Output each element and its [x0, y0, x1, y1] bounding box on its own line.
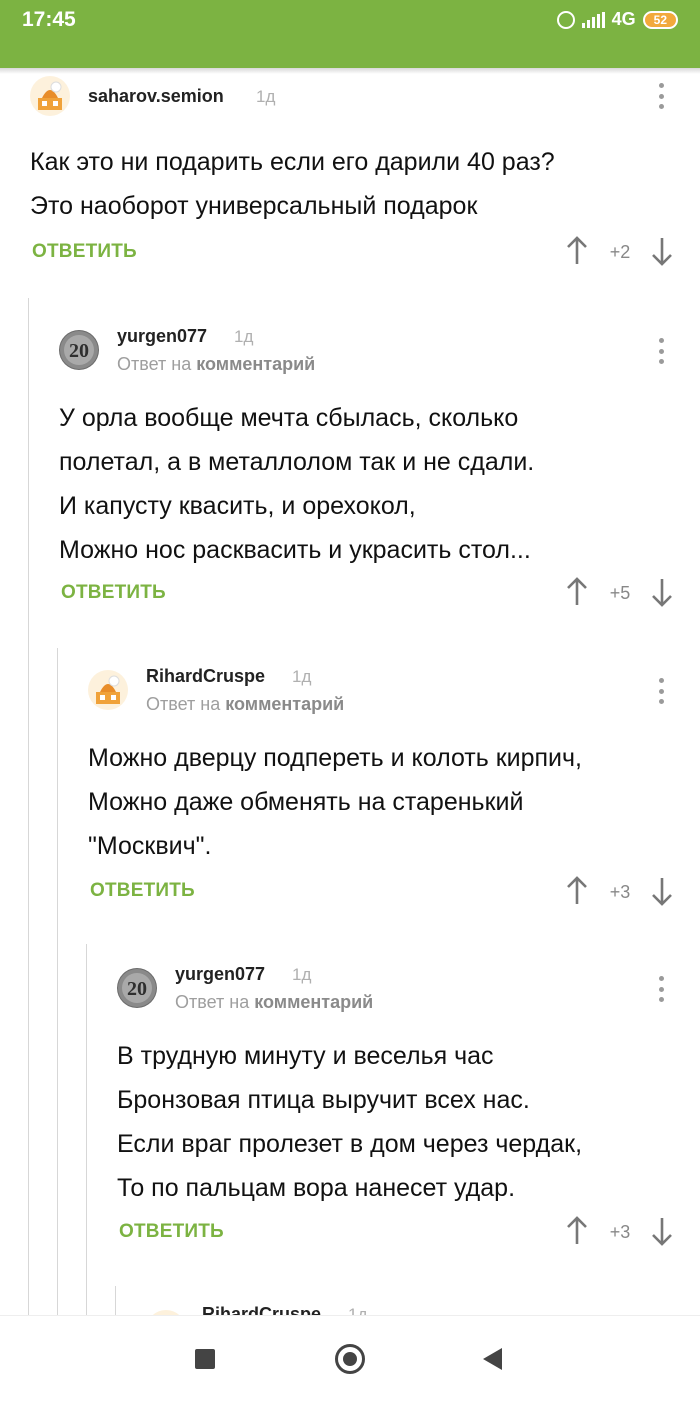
arrow-up-icon[interactable]: [566, 876, 588, 906]
thread-line: [86, 944, 87, 1315]
kebab-menu-icon[interactable]: [659, 678, 665, 704]
comment-text: В трудную минуту и веселья час Бронзовая…: [117, 1042, 583, 1202]
arrow-down-icon[interactable]: [651, 236, 673, 266]
thread-line: [57, 648, 58, 1315]
reply-to-link[interactable]: комментарий: [254, 992, 373, 1012]
comment-time: 1д: [256, 87, 276, 106]
status-bar: 17:45 4G 52: [0, 0, 700, 68]
comment: 20 yurgen077 1д Ответ на комментарий В т…: [117, 956, 680, 1256]
comment-text: Можно дверцу подпереть и колоть кирпич, …: [88, 744, 582, 860]
arrow-up-icon[interactable]: [566, 236, 588, 266]
comment-text: Как это ни подарить если его дарили 40 р…: [30, 148, 555, 220]
comment-author[interactable]: RihardCruspe: [146, 666, 265, 687]
cook-avatar[interactable]: [30, 76, 70, 116]
comment: saharov.semion 1д Как это ни подарить ес…: [30, 68, 680, 288]
vote-score: +5: [609, 583, 631, 603]
triangle-back-icon[interactable]: [483, 1348, 502, 1370]
comment: RihardCruspe 1д Ответ на комментарий Мож…: [88, 658, 680, 918]
status-icons: 4G 52: [556, 9, 678, 30]
thread-line: [28, 298, 29, 1315]
arrow-up-icon[interactable]: [566, 577, 588, 607]
kebab-menu-icon[interactable]: [659, 338, 665, 364]
comment-author[interactable]: yurgen077: [117, 326, 207, 347]
thread-line: [115, 1286, 116, 1315]
comment-time: 1д: [292, 965, 312, 984]
reply-button[interactable]: ОТВЕТИТЬ: [119, 1221, 224, 1243]
signal-icon: [581, 11, 605, 28]
system-nav-bar: [0, 1315, 700, 1401]
network-type: 4G: [611, 9, 636, 29]
square-icon[interactable]: [195, 1349, 215, 1369]
circle-icon[interactable]: [335, 1344, 365, 1374]
comment: RihardCruspe 1д: [146, 1300, 680, 1315]
svg-text:20: 20: [127, 978, 147, 1000]
kebab-menu-icon[interactable]: [659, 83, 665, 109]
vote-score: +3: [609, 882, 631, 902]
comment-time: 1д: [234, 327, 254, 346]
coin-avatar[interactable]: 20: [59, 330, 99, 370]
battery-icon: 52: [642, 10, 678, 29]
comment-author[interactable]: saharov.semion: [88, 86, 224, 107]
comment: 20 yurgen077 1д Ответ на комментарий У о…: [59, 318, 680, 618]
comment-author[interactable]: RihardCruspe: [202, 1304, 321, 1315]
cook-avatar[interactable]: [88, 670, 128, 710]
status-time: 17:45: [22, 8, 76, 31]
arrow-down-icon[interactable]: [651, 1216, 673, 1246]
kebab-menu-icon[interactable]: [659, 976, 665, 1002]
reply-to-label: Ответ на комментарий: [146, 694, 345, 714]
reply-to-label: Ответ на комментарий: [117, 354, 316, 374]
arrow-down-icon[interactable]: [651, 577, 673, 607]
vote-score: +2: [609, 242, 631, 262]
comment-time: 1д: [348, 1305, 368, 1315]
comments-feed[interactable]: saharov.semion 1д Как это ни подарить ес…: [0, 68, 700, 1315]
arrow-down-icon[interactable]: [651, 876, 673, 906]
vote-score: +3: [609, 1222, 631, 1242]
comment-text: У орла вообще мечта сбылась, сколько пол…: [59, 404, 535, 564]
reply-to-link[interactable]: комментарий: [196, 354, 315, 374]
alarm-icon: [556, 10, 575, 29]
reply-to-label: Ответ на комментарий: [175, 992, 374, 1012]
coin-avatar[interactable]: 20: [117, 968, 157, 1008]
arrow-up-icon[interactable]: [566, 1216, 588, 1246]
comment-author[interactable]: yurgen077: [175, 964, 265, 985]
reply-to-link[interactable]: комментарий: [225, 694, 344, 714]
comment-time: 1д: [292, 667, 312, 686]
reply-button[interactable]: ОТВЕТИТЬ: [32, 241, 137, 263]
reply-button[interactable]: ОТВЕТИТЬ: [90, 880, 195, 902]
reply-button[interactable]: ОТВЕТИТЬ: [61, 582, 166, 604]
svg-text:20: 20: [69, 340, 89, 362]
